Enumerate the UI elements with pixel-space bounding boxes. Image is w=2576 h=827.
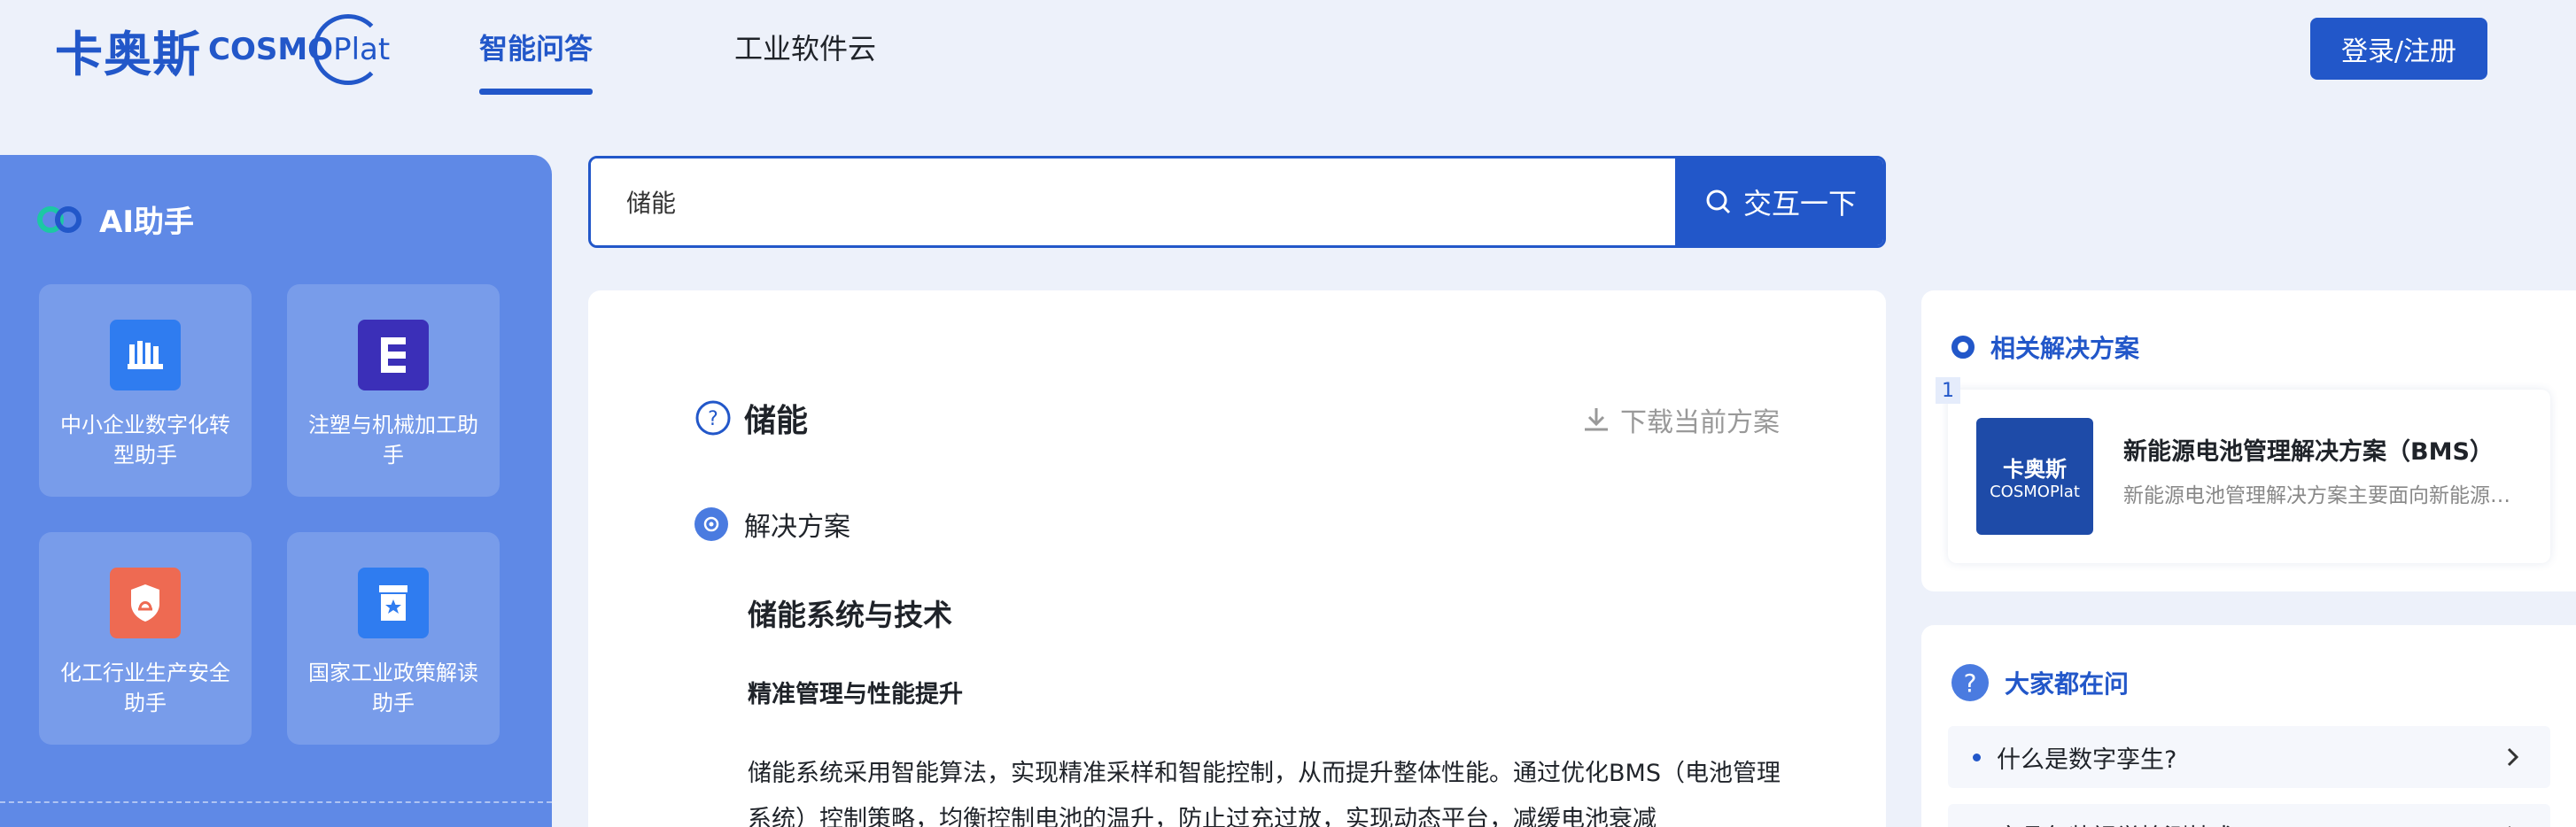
- search-button-label: 交互一下: [1742, 187, 1857, 220]
- faq-item[interactable]: 什么是数字孪生?: [1948, 726, 2550, 788]
- solution-description: 新能源电池管理解决方案主要面向新能源汽车及储能领域: [2123, 484, 2513, 507]
- question-header: ? 储能: [694, 395, 808, 441]
- svg-text:?: ?: [708, 408, 718, 430]
- policy-icon: [358, 568, 429, 638]
- popular-questions-header: ? 大家都在问: [1951, 664, 2129, 701]
- assistant-card-chemical-safety[interactable]: 化工行业生产安全助手: [39, 532, 252, 745]
- ai-assistant-sidebar: AI助手 中小企业数字化转型助手 注塑与机械加工助手 化工行业生产安全助手 国家…: [0, 155, 552, 827]
- chevron-right-icon: [2509, 825, 2511, 827]
- popular-questions-panel: ? 大家都在问 什么是数字孪生? 产品包装视觉检测技术?: [1921, 625, 2576, 827]
- thumb-logo-cn: 卡奥斯: [2003, 457, 2067, 482]
- answer-heading: 储能系统与技术: [748, 598, 952, 632]
- ring-dot-icon: [1951, 336, 1975, 359]
- download-label: 下载当前方案: [1620, 407, 1780, 438]
- sidebar-title: AI助手: [99, 205, 194, 240]
- popular-questions-title: 大家都在问: [2005, 669, 2130, 699]
- answer-subheading: 精准管理与性能提升: [748, 681, 963, 708]
- download-solution-button[interactable]: 下载当前方案: [1581, 400, 1780, 439]
- bullet-dot: [1973, 753, 1981, 761]
- logo-cosmo-text: COSMO: [208, 32, 334, 67]
- top-header: 卡奥斯 COSMOPlat 智能问答 工业软件云 登录/注册: [0, 0, 2576, 106]
- assistant-card-label: 国家工业政策解读助手: [308, 661, 478, 715]
- machine-icon: [358, 320, 429, 390]
- sidebar-header: AI助手: [37, 197, 194, 241]
- question-icon: ?: [695, 400, 731, 436]
- assistant-card-injection-machining[interactable]: 注塑与机械加工助手: [287, 284, 500, 497]
- thumb-logo-en: COSMOPlat: [1990, 483, 2080, 501]
- question-bubble-icon: ?: [1951, 664, 1989, 701]
- tab-industrial-software-cloud[interactable]: 工业软件云: [734, 27, 876, 67]
- assistant-card-label: 化工行业生产安全助手: [60, 661, 230, 715]
- related-solution-card[interactable]: 1 卡奥斯 COSMOPlat 新能源电池管理解决方案（BMS） 新能源电池管理…: [1936, 377, 2550, 563]
- login-register-button[interactable]: 登录/注册: [2310, 18, 2487, 80]
- solution-label: 解决方案: [744, 512, 850, 543]
- logo-plat-text: Plat: [333, 32, 391, 67]
- search-input[interactable]: [591, 158, 1673, 245]
- solution-section-header: 解决方案: [694, 505, 850, 544]
- related-solutions-header: 相关解决方案: [1951, 329, 2139, 365]
- solution-name: 新能源电池管理解决方案（BMS）: [2123, 438, 2494, 466]
- safety-shield-icon: [110, 568, 181, 638]
- assistant-card-policy[interactable]: 国家工业政策解读助手: [287, 532, 500, 745]
- interact-search-button[interactable]: 交互一下: [1675, 158, 1883, 245]
- answer-paragraph: 储能系统采用智能算法，实现精准采样和智能控制，从而提升整体性能。通过优化BMS（…: [748, 760, 1781, 827]
- search-icon: [1706, 189, 1731, 214]
- question-title: 储能: [744, 403, 809, 439]
- rank-badge: 1: [1936, 377, 1960, 404]
- ai-infinity-icon: [37, 205, 81, 233]
- tab-smart-qa[interactable]: 智能问答: [479, 27, 593, 67]
- assistant-card-sme-digital[interactable]: 中小企业数字化转型助手: [39, 284, 252, 497]
- sidebar-divider: [0, 801, 552, 803]
- faq-question: 什么是数字孪生?: [1997, 746, 2177, 774]
- faq-question: 产品包装视觉检测技术?: [1997, 818, 2248, 827]
- assistant-card-label: 中小企业数字化转型助手: [60, 413, 230, 468]
- logo-cosmoplat-mark: COSMOPlat: [208, 12, 403, 87]
- search-bar: 交互一下: [588, 156, 1886, 248]
- solution-icon: [694, 507, 728, 541]
- factory-icon: [110, 320, 181, 390]
- logo-chinese-text: 卡奥斯: [55, 26, 201, 82]
- brand-logo[interactable]: 卡奥斯 COSMOPlat: [55, 12, 403, 87]
- related-solutions-panel: 相关解决方案 1 卡奥斯 COSMOPlat 新能源电池管理解决方案（BMS） …: [1921, 290, 2576, 591]
- assistant-card-label: 注塑与机械加工助手: [308, 413, 478, 468]
- answer-panel: ? 储能 下载当前方案 解决方案 储能系统与技术 精准管理与性能提升 储能系统采…: [588, 290, 1886, 827]
- download-icon: [1585, 408, 1608, 431]
- chevron-right-icon: [2507, 747, 2519, 767]
- related-solutions-title: 相关解决方案: [1990, 334, 2140, 363]
- solution-thumbnail: 卡奥斯 COSMOPlat: [1976, 418, 2093, 535]
- faq-item[interactable]: 产品包装视觉检测技术?: [1948, 804, 2550, 827]
- active-tab-indicator: [479, 89, 593, 95]
